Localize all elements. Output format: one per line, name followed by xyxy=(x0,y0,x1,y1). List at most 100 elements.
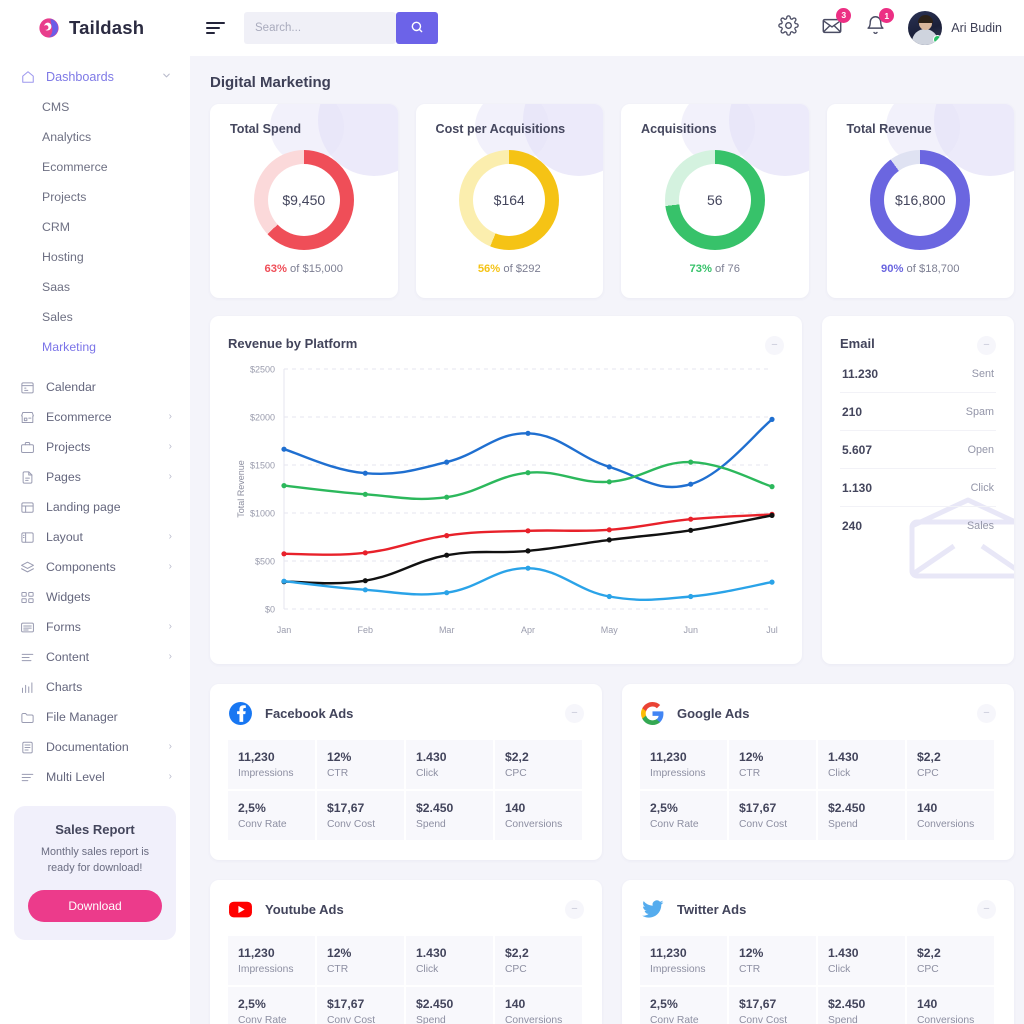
kpi-value: $164 xyxy=(493,192,525,208)
email-card-title: Email xyxy=(840,336,875,351)
ads-card-facebook-ads: Facebook Ads − 11,230 Impressions 12% CTR 1.43… xyxy=(210,684,602,860)
sidebar-item-widgets[interactable]: Widgets xyxy=(0,582,190,612)
chevron-down-icon xyxy=(161,70,172,84)
sidebar-item-documentation[interactable]: Documentation › xyxy=(0,732,190,762)
ads-stat-value: 12% xyxy=(327,750,352,764)
sidebar-item-layout[interactable]: Layout › xyxy=(0,522,190,552)
sidebar-item-charts[interactable]: Charts xyxy=(0,672,190,702)
ads-stat-cell: $17,67 Conv Cost xyxy=(729,987,818,1024)
sidebar-subitem-analytics[interactable]: Analytics xyxy=(0,122,190,152)
ads-stat-value: 2,5% xyxy=(650,997,678,1011)
kpi-value: $16,800 xyxy=(894,192,946,208)
email-stat-label: Sales xyxy=(966,520,994,532)
ads-stat-cell: 2,5% Conv Rate xyxy=(640,987,729,1024)
ads-stat-cell: 140 Conversions xyxy=(495,987,584,1024)
sidebar-item-multi-level[interactable]: Multi Level › xyxy=(0,762,190,792)
sidebar-item-file-manager[interactable]: File Manager xyxy=(0,702,190,732)
sidebar-item-label: Documentation xyxy=(46,739,129,754)
ads-stat-cell: 11,230 Impressions xyxy=(640,740,729,791)
brand[interactable]: Taildash xyxy=(0,0,190,56)
sidebar-subitem-projects[interactable]: Projects xyxy=(0,182,190,212)
settings-button[interactable] xyxy=(778,15,799,41)
sidebar-item-dashboards[interactable]: Dashboards xyxy=(0,62,190,92)
email-card-collapse-button[interactable]: − xyxy=(977,336,996,355)
window-icon xyxy=(20,500,35,515)
email-stat-row: 1.130 Click xyxy=(840,469,996,507)
sidebar-subitem-label: Saas xyxy=(42,280,71,294)
user-menu[interactable]: Ari Budin xyxy=(908,11,1002,45)
messages-button[interactable]: 3 xyxy=(821,7,852,42)
folder-icon xyxy=(20,710,35,725)
ads-card-collapse-button[interactable]: − xyxy=(565,900,584,919)
ads-stat-cell: $2.450 Spend xyxy=(818,987,907,1024)
sidebar-item-landing-page[interactable]: Landing page xyxy=(0,492,190,522)
ads-stat-label: CTR xyxy=(327,964,349,975)
sidebar-subitem-cms[interactable]: CMS xyxy=(0,92,190,122)
hamburger-icon[interactable] xyxy=(206,17,228,39)
email-card-header: Email − xyxy=(840,336,996,355)
chevron-right-icon: › xyxy=(168,771,172,782)
ads-stats-grid: 11,230 Impressions 12% CTR 1.430 Click $2,2 CPC… xyxy=(640,936,996,1024)
sidebar-main-list: Calendar Ecommerce › Projects › Pages › Landing… xyxy=(0,372,190,792)
swirl-logo-icon xyxy=(38,17,60,39)
download-button[interactable]: Download xyxy=(28,890,162,923)
ads-stat-value: 1.430 xyxy=(828,946,859,960)
ads-card-collapse-button[interactable]: − xyxy=(977,900,996,919)
svg-text:Jul: Jul xyxy=(766,625,778,635)
ads-stat-label: Spend xyxy=(828,819,858,830)
svg-text:Mar: Mar xyxy=(439,625,455,635)
sidebar-item-pages[interactable]: Pages › xyxy=(0,462,190,492)
sidebar-nav: Dashboards CMS Analytics Ecommerce Projects… xyxy=(0,56,190,792)
sidebar-item-label: Multi Level xyxy=(46,769,105,784)
sidebar-item-ecommerce[interactable]: Ecommerce › xyxy=(0,402,190,432)
sidebar-subitem-ecommerce[interactable]: Ecommerce xyxy=(0,152,190,182)
sidebar-item-projects[interactable]: Projects › xyxy=(0,432,190,462)
ads-stat-label: Click xyxy=(416,964,439,975)
ads-stat-value: $17,67 xyxy=(327,801,365,815)
ads-stat-label: Spend xyxy=(416,1015,446,1024)
sidebar-subitem-hosting[interactable]: Hosting xyxy=(0,242,190,272)
svg-text:Feb: Feb xyxy=(358,625,374,635)
ads-stat-cell: $2.450 Spend xyxy=(406,987,495,1024)
ads-stat-label: Conv Rate xyxy=(650,819,699,830)
revenue-chart-card: Revenue by Platform − $0 $500 $1000 $1500 $2… xyxy=(210,316,802,664)
sidebar-item-components[interactable]: Components › xyxy=(0,552,190,582)
sidebar-subitem-label: Projects xyxy=(42,190,87,204)
sidebar-item-label: Pages xyxy=(46,469,81,484)
ads-stat-label: Click xyxy=(828,768,851,779)
svg-text:$1500: $1500 xyxy=(250,461,275,471)
ads-stat-cell: $2.450 Spend xyxy=(406,791,495,842)
ads-card-collapse-button[interactable]: − xyxy=(565,704,584,723)
sidebar-subitem-saas[interactable]: Saas xyxy=(0,272,190,302)
brand-name: Taildash xyxy=(69,17,145,38)
sidebar-item-label: Forms xyxy=(46,619,81,634)
kpi-title: Total Spend xyxy=(230,122,302,136)
ads-stat-label: Spend xyxy=(416,819,446,830)
sidebar-subitem-label: Analytics xyxy=(42,130,92,144)
ads-stat-label: Conv Rate xyxy=(650,1015,699,1024)
svg-text:$0: $0 xyxy=(265,605,275,615)
kpi-footer: 63% of $15,000 xyxy=(210,263,398,275)
search-input[interactable] xyxy=(244,12,396,44)
search-button[interactable] xyxy=(396,12,438,44)
sidebar-item-forms[interactable]: Forms › xyxy=(0,612,190,642)
ads-stat-value: 140 xyxy=(917,801,938,815)
search-box xyxy=(244,12,438,44)
ads-card-collapse-button[interactable]: − xyxy=(977,704,996,723)
sidebar-item-content[interactable]: Content › xyxy=(0,642,190,672)
ads-card-title: Youtube Ads xyxy=(265,902,344,917)
kpi-percent: 73% xyxy=(689,263,712,275)
notifications-button[interactable]: 1 xyxy=(865,8,895,41)
ads-card-header: Youtube Ads − xyxy=(228,897,584,922)
email-stat-row: 5.607 Open xyxy=(840,431,996,469)
sidebar-subitem-sales[interactable]: Sales xyxy=(0,302,190,332)
revenue-chart-collapse-button[interactable]: − xyxy=(765,336,784,355)
chevron-right-icon: › xyxy=(168,411,172,422)
sidebar-subitem-crm[interactable]: CRM xyxy=(0,212,190,242)
svg-text:$2000: $2000 xyxy=(250,413,275,423)
ads-stat-value: $2,2 xyxy=(917,946,941,960)
ads-stat-label: CPC xyxy=(505,768,527,779)
sidebar-subitem-marketing[interactable]: Marketing xyxy=(0,332,190,362)
user-name: Ari Budin xyxy=(951,21,1002,35)
sidebar-item-calendar[interactable]: Calendar xyxy=(0,372,190,402)
